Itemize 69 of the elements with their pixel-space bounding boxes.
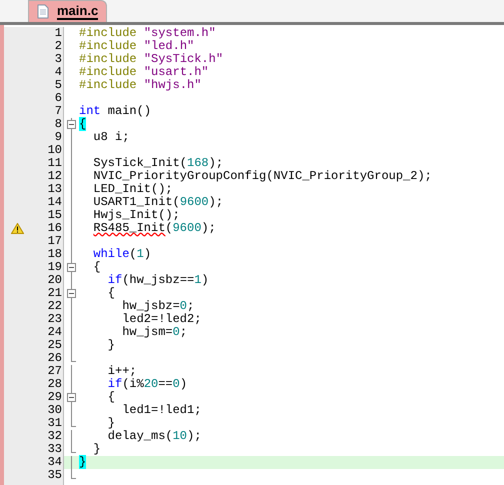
line-number: 6 (54, 92, 62, 105)
line-number: 15 (46, 209, 62, 222)
code-line: } (108, 417, 115, 430)
code-line: hw_jsm=0; (122, 326, 188, 339)
line-number: 20 (46, 274, 62, 287)
line-number: 34 (46, 456, 62, 469)
line-number: 7 (54, 105, 62, 118)
line-number: 9 (54, 131, 62, 144)
code-line: } (108, 339, 115, 352)
code-line: Hwjs_Init(); (93, 209, 180, 222)
line-number: 17 (46, 235, 62, 248)
line-number: 10 (46, 144, 62, 157)
file-tab[interactable]: main.c (28, 0, 108, 22)
code-line: int main() (79, 105, 152, 118)
line-number: 29 (46, 391, 62, 404)
line-number: 26 (46, 352, 62, 365)
line-number: 16 (46, 222, 62, 235)
line-number: 12 (46, 170, 62, 183)
code-line: SysTick_Init(168); (93, 157, 224, 170)
collapse-icon[interactable] (67, 261, 76, 274)
line-number: 8 (54, 118, 62, 131)
line-number: 18 (46, 248, 62, 261)
code-line: USART1_Init(9600); (93, 196, 224, 209)
code-line: while(1) (93, 248, 152, 261)
code-line: led2=!led2; (122, 313, 202, 326)
code-line: NVIC_PriorityGroupConfig(NVIC_PriorityGroup_2); (93, 170, 432, 183)
collapse-icon[interactable] (67, 391, 76, 404)
file-icon (37, 4, 49, 19)
code-line: { (93, 261, 101, 274)
line-number: 4 (54, 66, 62, 79)
collapse-icon[interactable] (67, 287, 76, 300)
collapse-icon[interactable] (67, 118, 76, 131)
code-line: { (108, 287, 115, 300)
code-line: #include "led.h" (79, 40, 194, 53)
code-line: #include "hwjs.h" (79, 79, 202, 92)
code-line: hw_jsbz=0; (122, 300, 194, 313)
line-number: 21 (46, 287, 62, 300)
code-line: } (93, 443, 101, 456)
line-number: 24 (46, 326, 62, 339)
line-number: 5 (54, 79, 62, 92)
line-number: 19 (46, 261, 62, 274)
line-number: 14 (46, 196, 62, 209)
line-number: 25 (46, 339, 62, 352)
line-number: 2 (54, 40, 62, 53)
code-line: #include "SysTick.h" (79, 53, 224, 66)
code-line: delay_ms(10); (108, 430, 202, 443)
code-line: #include "usart.h" (79, 66, 209, 79)
line-number: 11 (46, 157, 62, 170)
code-line: i++; (108, 365, 137, 378)
line-number: 28 (46, 378, 62, 391)
code-line: led1=!led1; (122, 404, 202, 417)
line-number: 31 (46, 417, 62, 430)
code-line: RS485_Init(9600); (93, 222, 216, 235)
code-line: { (108, 391, 115, 404)
code-line: if(hw_jsbz==1) (108, 274, 209, 287)
code-line: if(i%20==0) (108, 378, 188, 391)
line-number: 30 (46, 404, 62, 417)
line-number: 1 (54, 27, 62, 40)
line-number: 35 (46, 469, 62, 482)
line-number: 22 (46, 300, 62, 313)
code-line: LED_Init(); (93, 183, 173, 196)
line-number: 33 (46, 443, 62, 456)
line-number: 32 (46, 430, 62, 443)
line-number: 23 (46, 313, 62, 326)
code-line: u8 i; (93, 131, 130, 144)
line-number: 3 (54, 53, 62, 66)
line-number: 27 (46, 365, 62, 378)
line-number: 13 (46, 183, 62, 196)
code-line: #include "system.h" (79, 27, 216, 40)
